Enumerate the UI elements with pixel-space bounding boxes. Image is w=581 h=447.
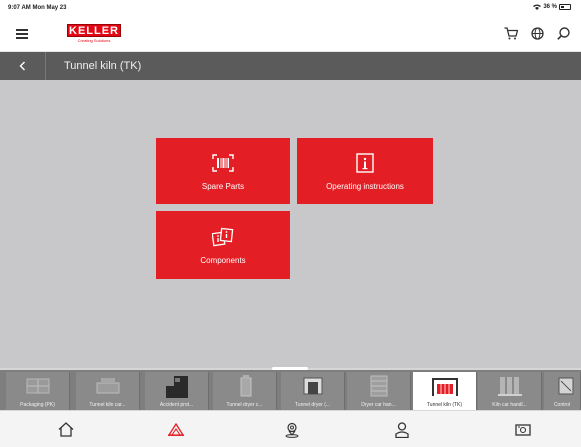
operating-instructions-tile[interactable]: Operating instructions — [297, 138, 433, 204]
tab-user[interactable] — [344, 411, 460, 447]
carousel-item-label: Tunnel dryer (... — [294, 402, 331, 408]
nav-bar: Tunnel kiln (TK) — [0, 52, 581, 80]
tunnel-kiln-thumbnail — [413, 372, 476, 399]
scan-icon — [515, 423, 531, 436]
carousel-item-label: Control — [553, 402, 571, 408]
carousel-item-label: Kiln car handl... — [492, 402, 527, 408]
control-thumbnail — [544, 372, 580, 399]
carousel-item[interactable]: Packaging (PK) — [6, 372, 70, 410]
globe-icon[interactable] — [529, 25, 545, 41]
status-bar: 9:07 AM Mon May 23 36 % — [0, 0, 581, 16]
carousel-item-label: Dryer car han... — [361, 402, 396, 408]
barcode-icon — [212, 152, 234, 174]
carousel-item[interactable]: Accident prot... — [145, 372, 209, 410]
kiln-car-handling-thumbnail — [478, 372, 541, 399]
carousel-item[interactable]: Kiln car handl... — [478, 372, 542, 410]
chevron-left-icon — [19, 61, 25, 71]
tunnel-dryer-thumbnail — [281, 372, 344, 399]
info-icon — [354, 152, 376, 174]
carousel-item[interactable]: Tunnel dryer c... — [213, 372, 277, 410]
app-header: KELLER Creating Solutions — [0, 16, 581, 52]
user-icon — [395, 421, 409, 438]
page-title: Tunnel kiln (TK) — [64, 60, 142, 72]
carousel-item-label: Tunnel kiln (TK) — [426, 402, 463, 408]
plant-icon — [168, 423, 184, 436]
search-icon[interactable] — [555, 25, 571, 41]
spare-parts-label: Spare Parts — [201, 181, 245, 191]
carousel-item-label: Tunnel dryer c... — [226, 402, 263, 408]
tab-home[interactable] — [8, 411, 124, 447]
carousel-item[interactable]: Tunnel dryer (... — [281, 372, 345, 410]
tab-scan[interactable] — [465, 411, 581, 447]
carousel-item-active[interactable]: Tunnel kiln (TK) — [413, 372, 477, 410]
keller-logo: KELLER Creating Solutions — [67, 24, 121, 44]
components-tile[interactable]: Components — [156, 211, 290, 279]
main-content: Spare Parts Operating instructions Compo… — [0, 80, 581, 368]
menu-icon[interactable] — [16, 29, 28, 39]
kiln-car-thumbnail — [76, 372, 139, 399]
battery-icon — [559, 4, 571, 10]
carousel-item[interactable]: Control — [544, 372, 581, 410]
components-icon — [212, 226, 234, 248]
accident-protection-thumbnail — [145, 372, 208, 399]
logo-tagline: Creating Solutions — [77, 38, 111, 43]
home-icon — [58, 422, 74, 437]
battery-percent: 36 % — [543, 4, 557, 10]
dryer-car-handling-thumbnail — [347, 372, 410, 399]
packaging-thumbnail — [6, 372, 69, 399]
carousel-item[interactable]: Tunnel kiln car... — [76, 372, 140, 410]
spare-parts-tile[interactable]: Spare Parts — [156, 138, 290, 204]
components-label: Components — [200, 255, 246, 265]
tab-plant[interactable] — [118, 411, 234, 447]
operating-instructions-label: Operating instructions — [326, 181, 404, 191]
status-indicators: 36 % — [533, 4, 571, 10]
location-icon — [285, 422, 299, 438]
carousel-item-label: Tunnel kiln car... — [89, 402, 126, 408]
tab-location[interactable] — [234, 411, 350, 447]
cart-icon[interactable] — [503, 25, 519, 41]
carousel-item[interactable]: Dryer car han... — [347, 372, 411, 410]
header-actions — [503, 25, 571, 41]
logo-text: KELLER — [67, 24, 121, 37]
carousel-item-label: Packaging (PK) — [20, 402, 55, 408]
back-button[interactable] — [0, 52, 46, 80]
tunnel-dryer-car-thumbnail — [213, 372, 276, 399]
carousel-item-label: Accident prot... — [159, 402, 194, 408]
status-time: 9:07 AM Mon May 23 — [8, 5, 67, 11]
component-carousel[interactable]: Packaging (PK) Tunnel kiln car... Accide… — [0, 367, 581, 410]
bottom-tab-bar — [0, 410, 581, 447]
wifi-icon — [533, 4, 542, 10]
